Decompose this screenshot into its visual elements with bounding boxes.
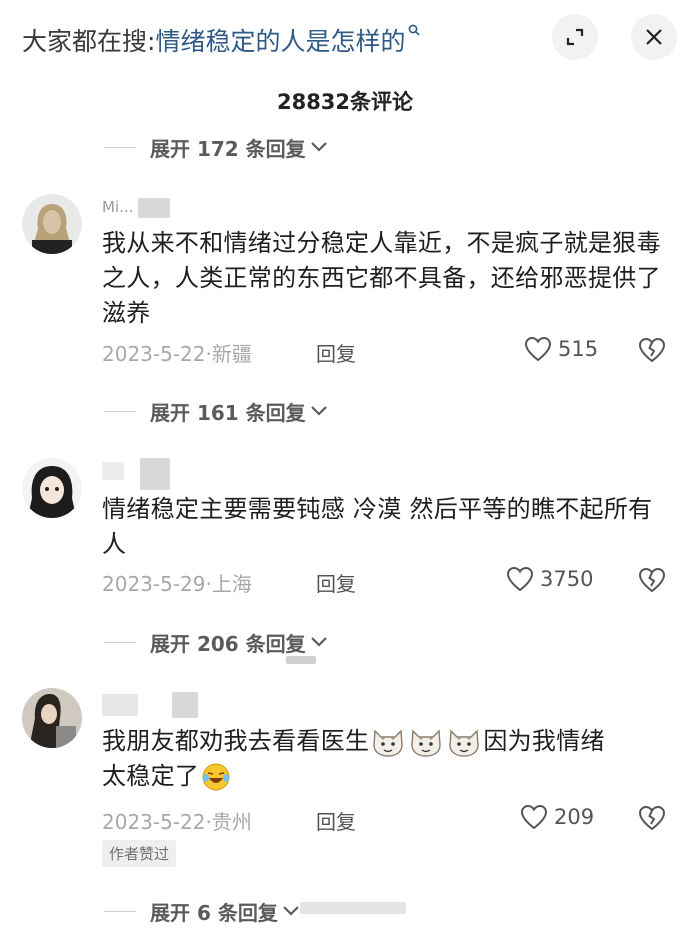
- expand-replies-button[interactable]: 展开 161 条回复: [104, 394, 328, 428]
- expand-icon: [566, 28, 584, 46]
- redacted-mark: [300, 902, 406, 914]
- laugh-cry-emoji-icon: [202, 763, 230, 791]
- chevron-down-icon: [310, 406, 327, 416]
- cat-emoji-icon: [373, 729, 404, 757]
- broken-heart-icon[interactable]: [638, 805, 666, 831]
- chevron-down-icon: [283, 906, 299, 916]
- close-icon: [646, 29, 662, 45]
- search-suggestion[interactable]: 大家都在搜:情绪稳定的人是怎样的: [22, 22, 421, 58]
- reply-button[interactable]: 回复: [316, 568, 356, 597]
- comment-date-location: 2023-5-22·贵州: [102, 810, 252, 834]
- comment-text-part: 我朋友都劝我去看看医生: [102, 727, 370, 755]
- avatar[interactable]: [22, 194, 82, 254]
- divider: [104, 641, 136, 643]
- divider: [104, 410, 136, 412]
- comment-date-location: 2023-5-22·新疆: [102, 342, 252, 366]
- like-button[interactable]: 515: [524, 336, 598, 362]
- search-icon: [409, 24, 421, 36]
- comment-text: 我朋友都劝我去看看医生 因为我情绪 太稳定了: [102, 724, 662, 794]
- chevron-down-icon: [310, 142, 327, 152]
- expand-replies-button[interactable]: 展开 6 条回复: [104, 894, 300, 928]
- top-search-bar: 大家都在搜:情绪稳定的人是怎样的: [0, 0, 690, 78]
- redacted-name: [138, 198, 170, 218]
- divider: [104, 146, 136, 148]
- expand-replies-label: 展开 6 条回复: [150, 900, 278, 925]
- comment-text: 情绪稳定主要需要钝感 冷漠 然后平等的瞧不起所有人: [102, 495, 653, 558]
- like-button[interactable]: 209: [520, 804, 594, 830]
- author-liked-badge: 作者赞过: [102, 840, 177, 867]
- expand-replies-label: 展开 161 条回复: [150, 400, 306, 425]
- redacted-name: [140, 458, 170, 490]
- cat-emoji-icon: [411, 729, 442, 757]
- broken-heart-icon[interactable]: [638, 567, 666, 593]
- expand-replies-label: 展开 172 条回复: [150, 136, 306, 161]
- redacted-mark: [286, 656, 316, 664]
- redacted-name: [102, 694, 138, 716]
- chevron-down-icon: [310, 637, 327, 647]
- expand-replies-button[interactable]: 展开 206 条回复: [104, 625, 328, 659]
- comment-text-part: 太稳定了: [102, 762, 200, 790]
- like-button[interactable]: 3750: [506, 566, 593, 592]
- comment-text-part: 因为我情绪: [483, 727, 605, 755]
- expand-replies-button[interactable]: 展开 172 条回复: [104, 130, 328, 164]
- heart-icon: [524, 336, 552, 362]
- redacted-name: [172, 692, 198, 718]
- like-count: 515: [558, 337, 599, 361]
- divider: [104, 910, 136, 912]
- like-count: 209: [554, 805, 595, 829]
- expand-button[interactable]: [552, 14, 598, 60]
- avatar[interactable]: [22, 688, 82, 748]
- like-count: 3750: [540, 567, 594, 591]
- close-button[interactable]: [631, 14, 677, 60]
- heart-icon: [520, 804, 548, 830]
- redacted-name: [102, 462, 124, 480]
- heart-icon: [506, 566, 534, 592]
- search-prefix-label: 大家都在搜:: [22, 27, 156, 56]
- comment-text: 我从来不和情绪过分稳定人靠近，不是疯子就是狠毒之人，人类正常的东西它都不具备，还…: [102, 229, 661, 327]
- comment-date-location: 2023-5-29·上海: [102, 572, 252, 596]
- expand-replies-label: 展开 206 条回复: [150, 631, 306, 656]
- search-term-link[interactable]: 情绪稳定的人是怎样的: [155, 27, 405, 56]
- cat-emoji-icon: [449, 729, 480, 757]
- reply-button[interactable]: 回复: [316, 806, 356, 835]
- comment-count: 28832条评论: [276, 90, 414, 114]
- reply-button[interactable]: 回复: [316, 338, 356, 367]
- broken-heart-icon[interactable]: [638, 337, 666, 363]
- avatar[interactable]: [22, 458, 82, 518]
